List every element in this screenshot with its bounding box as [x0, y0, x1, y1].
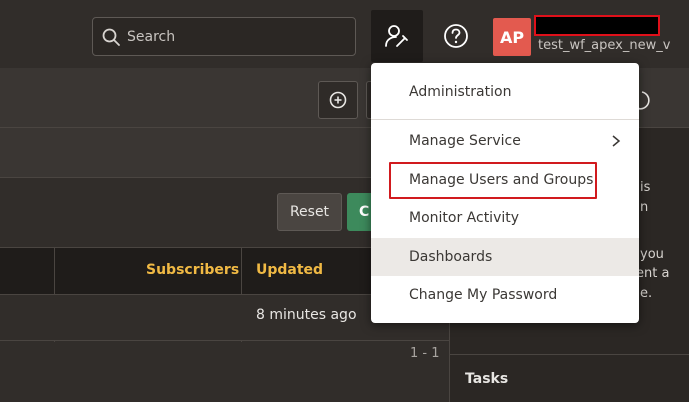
- help-button[interactable]: [436, 16, 476, 56]
- search-icon: [102, 28, 120, 46]
- menu-item-monitor-activity[interactable]: Monitor Activity: [371, 199, 639, 237]
- panel-text-fragment: you: [640, 247, 664, 262]
- reset-button[interactable]: Reset: [277, 193, 342, 231]
- menu-item-dashboards[interactable]: Dashboards: [371, 238, 639, 276]
- panel-divider: [450, 354, 689, 355]
- chat-add-button[interactable]: [318, 81, 358, 119]
- search-input[interactable]: [127, 28, 347, 45]
- tasks-heading: Tasks: [465, 371, 509, 387]
- workspace-name: test_wf_apex_new_v: [538, 38, 671, 53]
- panel-text-fragment: e.: [640, 286, 653, 301]
- chat-add-icon: [329, 91, 347, 109]
- panel-text-fragment: is: [640, 180, 651, 195]
- chevron-right-icon: [612, 135, 621, 147]
- menu-item-label: Manage Service: [409, 133, 521, 149]
- column-header-subscribers[interactable]: Subscribers: [146, 262, 239, 278]
- panel-text-fragment: n: [640, 200, 649, 215]
- menu-item-manage-users-and-groups[interactable]: Manage Users and Groups: [371, 161, 639, 199]
- panel-text-fragment: ent a: [636, 266, 670, 281]
- column-header-updated[interactable]: Updated: [256, 262, 323, 278]
- menu-item-administration[interactable]: Administration: [371, 73, 639, 111]
- pagination-text: 1 - 1: [410, 346, 440, 361]
- user-avatar[interactable]: AP: [493, 18, 531, 56]
- menu-item-change-my-password[interactable]: Change My Password: [371, 276, 639, 314]
- menu-separator: [371, 119, 639, 120]
- menu-item-manage-service[interactable]: Manage Service: [371, 122, 639, 160]
- help-icon: [444, 24, 468, 48]
- redacted-username: [534, 15, 660, 36]
- cell-updated: 8 minutes ago: [256, 307, 357, 323]
- administration-button[interactable]: [371, 10, 423, 62]
- administration-menu: Administration Manage Service Manage Use…: [371, 63, 639, 323]
- admin-tools-icon: [385, 25, 408, 47]
- search-field[interactable]: [92, 17, 356, 56]
